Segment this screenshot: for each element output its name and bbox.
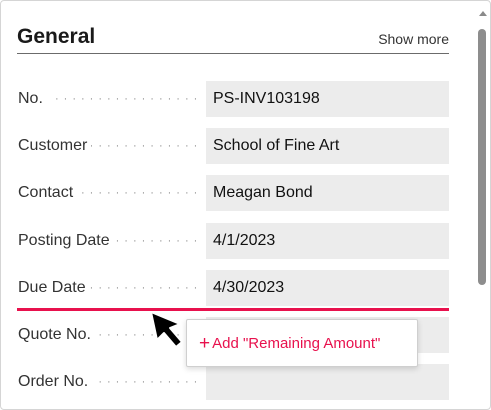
- show-more-link[interactable]: Show more: [378, 31, 449, 47]
- add-field-label: Add "Remaining Amount": [212, 335, 381, 352]
- insertion-indicator: [17, 308, 449, 311]
- field-label: Order No.: [18, 364, 93, 400]
- field-row-posting-date: ················· Posting Date 4/1/2023: [17, 223, 449, 259]
- field-value-no[interactable]: PS-INV103198: [206, 81, 449, 117]
- scrollbar-thumb[interactable]: [478, 29, 486, 285]
- field-label: Contact: [18, 175, 78, 211]
- general-fasttab: General Show more ················· No. …: [0, 0, 491, 410]
- add-field-tooltip[interactable]: + Add "Remaining Amount": [186, 319, 418, 367]
- field-row-contact: ················· Contact Meagan Bond: [17, 175, 449, 211]
- field-label: Customer: [18, 128, 92, 164]
- field-row-no: ················· No. PS-INV103198: [17, 81, 449, 117]
- section-header: General Show more: [17, 25, 449, 54]
- arrow-cursor-icon: [150, 311, 183, 348]
- field-value-posting-date[interactable]: 4/1/2023: [206, 223, 449, 259]
- field-label: Posting Date: [18, 223, 114, 259]
- field-value-order-no[interactable]: [206, 364, 449, 400]
- field-label: Quote No.: [18, 317, 95, 353]
- add-field-tooltip-text: + Add "Remaining Amount": [199, 320, 380, 368]
- label-leader-dots: ·················: [55, 93, 199, 105]
- field-value-contact[interactable]: Meagan Bond: [206, 175, 449, 211]
- field-label: Due Date: [18, 270, 90, 306]
- field-row-due-date: ················· Due Date 4/30/2023: [17, 270, 449, 306]
- field-value-customer[interactable]: School of Fine Art: [206, 128, 449, 164]
- plus-icon: +: [199, 333, 211, 354]
- field-value-due-date[interactable]: 4/30/2023: [206, 270, 449, 306]
- field-row-customer: ················· Customer School of Fin…: [17, 128, 449, 164]
- chevron-up-icon[interactable]: [479, 11, 487, 16]
- field-label: No.: [18, 81, 47, 117]
- field-row-order-no: ················· Order No.: [17, 364, 449, 400]
- vertical-scrollbar[interactable]: [476, 1, 490, 409]
- section-title: General: [17, 25, 96, 48]
